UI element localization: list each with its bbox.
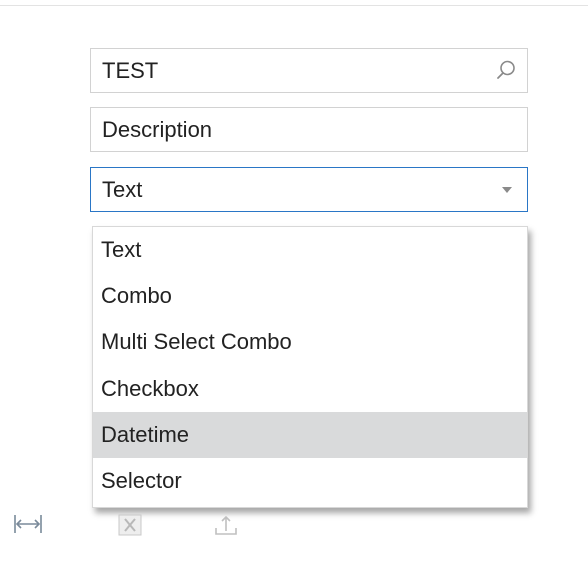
id-field[interactable]: TEST — [90, 48, 528, 93]
type-select-value: Text — [102, 177, 143, 202]
type-dropdown-list: Text Combo Multi Select Combo Checkbox D… — [92, 226, 528, 508]
excel-export-icon[interactable] — [116, 511, 144, 537]
search-icon[interactable] — [495, 59, 517, 81]
dropdown-option-multi-select-combo[interactable]: Multi Select Combo — [93, 319, 527, 365]
dropdown-option-datetime[interactable]: Datetime — [93, 411, 527, 458]
dropdown-option-selector[interactable]: Selector — [93, 458, 527, 504]
dropdown-option-checkbox[interactable]: Checkbox — [93, 366, 527, 412]
type-select[interactable]: Text — [90, 167, 528, 212]
dropdown-option-text[interactable]: Text — [93, 227, 527, 273]
chevron-down-icon[interactable] — [502, 187, 512, 193]
dropdown-option-combo[interactable]: Combo — [93, 273, 527, 319]
fit-columns-icon[interactable] — [13, 511, 43, 537]
id-field-value: TEST — [102, 58, 159, 83]
description-field[interactable]: Description — [90, 107, 528, 152]
upload-icon[interactable] — [213, 511, 239, 537]
top-divider — [0, 0, 588, 6]
description-field-value: Description — [102, 117, 213, 142]
